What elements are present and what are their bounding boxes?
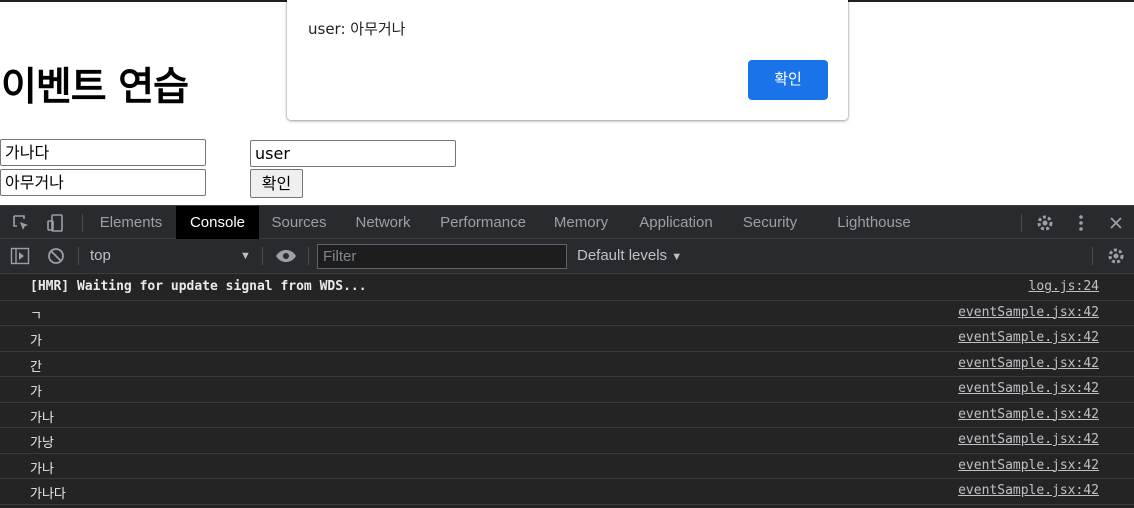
toolbar-divider (82, 214, 83, 232)
alert-ok-button[interactable]: 확인 (748, 60, 828, 100)
close-icon[interactable] (1103, 206, 1129, 240)
console-toolbar: top ▼ Filter Default levels ▼ (0, 239, 1134, 274)
first-text-input[interactable]: 가나다 (0, 139, 206, 166)
console-source-link[interactable]: eventSample.jsx:42 (958, 458, 1099, 473)
console-message-text: 가낭 (30, 436, 54, 451)
tab-console[interactable]: Console (176, 206, 259, 239)
second-text-input[interactable]: 아무거나 (0, 169, 206, 196)
page-title: 이벤트 연습 (1, 65, 189, 110)
tab-security[interactable]: Security (729, 206, 811, 239)
console-filter-input[interactable]: Filter (317, 244, 567, 269)
tab-lighthouse[interactable]: Lighthouse (826, 206, 922, 239)
confirm-button[interactable]: 확인 (250, 169, 303, 198)
settings-gear-icon[interactable] (1032, 206, 1058, 240)
log-levels-arrow-icon: ▼ (671, 251, 683, 263)
context-selector[interactable]: top (90, 239, 111, 273)
console-source-link[interactable]: eventSample.jsx:42 (958, 432, 1099, 447)
alert-message: user: 아무거나 (308, 20, 406, 38)
console-message-text: [HMR] Waiting for update signal from WDS… (30, 279, 367, 294)
console-message-text: 간 (30, 359, 42, 375)
console-settings-gear-icon[interactable] (1103, 239, 1129, 273)
console-message-text: 가나 (30, 461, 54, 477)
console-log-list: [HMR] Waiting for update signal from WDS… (0, 275, 1134, 505)
console-message-text: 가나 (30, 410, 54, 426)
tab-sources[interactable]: Sources (261, 206, 337, 239)
toolbar-divider (1021, 214, 1022, 232)
console-message: 가 eventSample.jsx:42 (0, 377, 1134, 403)
more-options-icon[interactable] (1068, 206, 1094, 240)
console-message: [HMR] Waiting for update signal from WDS… (0, 275, 1134, 301)
log-levels-label: Default levels (577, 247, 668, 264)
devtools-panel: Elements Console Sources Network Perform… (0, 205, 1134, 508)
tab-memory[interactable]: Memory (539, 206, 623, 239)
console-source-link[interactable]: eventSample.jsx:42 (958, 483, 1099, 498)
device-toolbar-icon[interactable] (42, 206, 68, 240)
tab-elements[interactable]: Elements (88, 206, 174, 239)
console-message: 가나 eventSample.jsx:42 (0, 403, 1134, 428)
console-source-link[interactable]: eventSample.jsx:42 (958, 356, 1099, 371)
console-message: 가 eventSample.jsx:42 (0, 326, 1134, 352)
console-message: 간 eventSample.jsx:42 (0, 352, 1134, 377)
console-message: 가낭 eventSample.jsx:42 (0, 428, 1134, 454)
console-message-text: 가 (30, 385, 42, 400)
console-message-text: ㄱ (30, 308, 42, 324)
console-message: 가나 eventSample.jsx:42 (0, 454, 1134, 479)
devtools-tabbar: Elements Console Sources Network Perform… (0, 205, 1134, 239)
context-dropdown-arrow-icon[interactable]: ▼ (240, 239, 251, 273)
console-source-link[interactable]: eventSample.jsx:42 (958, 381, 1099, 396)
console-message-text: 가나다 (30, 487, 66, 502)
console-source-link[interactable]: eventSample.jsx:42 (958, 407, 1099, 422)
console-message-text: 가 (30, 334, 42, 349)
toolbar-divider (308, 247, 309, 265)
toolbar-divider (1092, 247, 1093, 265)
inspect-element-icon[interactable] (8, 206, 34, 240)
console-source-link[interactable]: eventSample.jsx:42 (958, 305, 1099, 320)
tab-application[interactable]: Application (625, 206, 727, 239)
clear-console-icon[interactable] (44, 239, 68, 273)
show-sidebar-icon[interactable] (8, 239, 32, 273)
console-source-link[interactable]: eventSample.jsx:42 (958, 330, 1099, 345)
live-expression-eye-icon[interactable] (273, 239, 299, 273)
console-source-link[interactable]: log.js:24 (1029, 279, 1099, 294)
user-text-input[interactable]: user (250, 140, 456, 167)
alert-dialog: user: 아무거나 확인 (287, 0, 848, 120)
console-message: ㄱ eventSample.jsx:42 (0, 301, 1134, 326)
console-message: 가나다 eventSample.jsx:42 (0, 479, 1134, 505)
tab-performance[interactable]: Performance (429, 206, 537, 239)
tab-network[interactable]: Network (339, 206, 427, 239)
toolbar-divider (262, 247, 263, 265)
log-levels-dropdown[interactable]: Default levels ▼ (577, 239, 682, 273)
toolbar-divider (78, 247, 79, 265)
